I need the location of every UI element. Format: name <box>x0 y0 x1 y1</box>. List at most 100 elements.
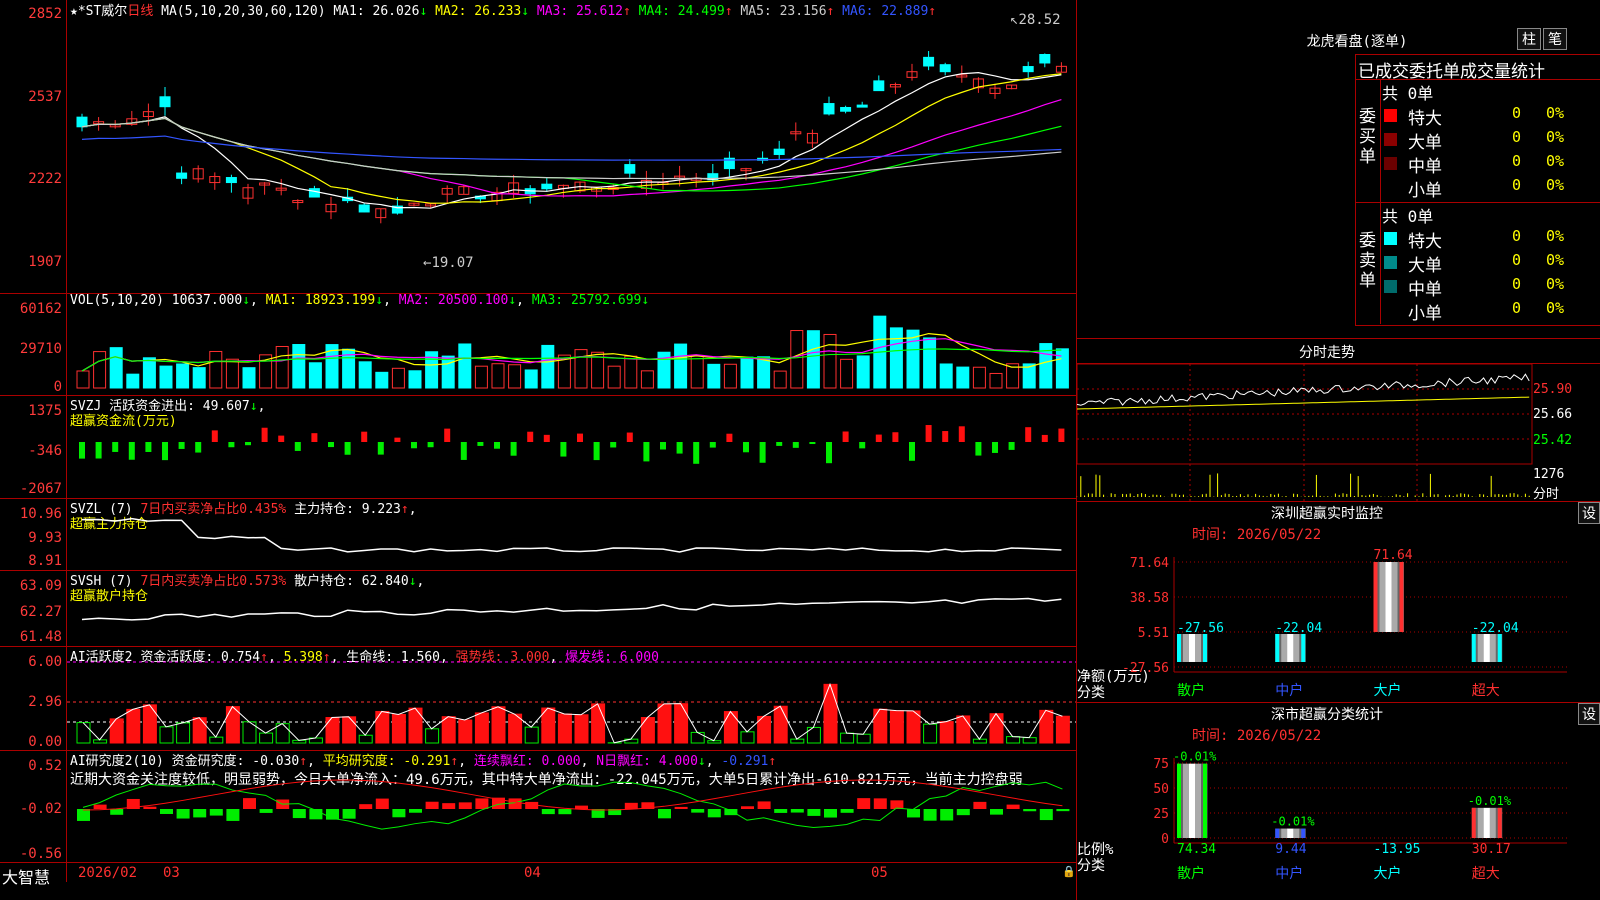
ai-research-bar <box>1039 809 1053 821</box>
sz2-ytick: 0 <box>1161 832 1169 847</box>
ai-research-bar <box>193 809 207 818</box>
volume-bar <box>806 330 820 389</box>
volume-bar <box>275 345 289 389</box>
svzj-bar <box>1025 427 1032 442</box>
lock-icon[interactable]: 🔒 <box>1062 865 1076 878</box>
svzj-bar <box>676 442 683 454</box>
sz-monitor-chart[interactable]: 71.64 38.58 5.51 -27.56 -27.56 散户 -22.04 中户 71.6… <box>1077 502 1600 702</box>
volume-bar <box>541 344 555 389</box>
ai-active-bar <box>690 731 705 744</box>
ai-research-bars[interactable] <box>67 750 1076 862</box>
ai-research-panel[interactable]: AI研究度2(10) 资金研究度: -0.030↑, 平均研究度: -0.291… <box>0 750 1076 863</box>
volume-panel[interactable]: VOL(5,10,20) 10637.000↓, MA1: 18923.199↓… <box>0 293 1076 396</box>
ai-active-bar <box>939 721 954 744</box>
ai-active-bar <box>823 683 838 744</box>
date-start: 2026/02 <box>78 865 138 881</box>
svzj-bar <box>958 426 965 442</box>
ai-research-bar <box>707 809 721 818</box>
svzj-bars[interactable] <box>67 395 1076 498</box>
vol-tick: 0 <box>53 379 62 395</box>
sz2-value-label: -13.95 <box>1374 842 1421 857</box>
volume-bars[interactable] <box>67 293 1076 395</box>
pen-button[interactable]: 笔 <box>1543 28 1567 50</box>
svzj-bar <box>693 442 700 464</box>
ai-active-bar <box>723 711 738 744</box>
svzl-panel[interactable]: SVZL (7) 7日内买卖净占比0.435% 主力持仓: 9.223↑, 超赢… <box>0 498 1076 571</box>
ai-research-bar <box>1023 809 1037 812</box>
svzj-bar <box>427 442 434 448</box>
svsh-panel[interactable]: SVSH (7) 7日内买卖净占比0.573% 散户持仓: 62.840↓, 超… <box>0 570 1076 647</box>
volume-bar <box>159 365 173 389</box>
svzj-bar <box>245 442 251 446</box>
ai-active-bar <box>375 710 390 744</box>
svsh-line[interactable] <box>67 570 1076 646</box>
ai-research-bar <box>226 809 240 821</box>
svzj-bar <box>610 442 617 448</box>
ai-research-bar <box>292 809 306 819</box>
ai-research-bar <box>840 809 854 813</box>
ai-research-bar <box>741 806 754 809</box>
sz2-value-label: 9.44 <box>1275 842 1306 857</box>
ai-research-bar <box>873 798 887 809</box>
ai-research-bar <box>990 809 1003 815</box>
volume-bar <box>458 343 472 389</box>
svzj-bar <box>361 431 368 442</box>
sz2-bar <box>1471 807 1503 838</box>
volume-bar <box>674 343 688 389</box>
longhu-title: 龙虎看盘(逐单) <box>1306 34 1408 50</box>
candle-body <box>873 80 885 92</box>
ai-research-bar <box>1006 804 1020 809</box>
intraday-title: 分时走势 <box>1299 345 1355 361</box>
ai-research-axis: 0.52 -0.02 -0.56 <box>0 750 66 862</box>
sz1-ytick: 38.58 <box>1130 591 1169 606</box>
svzj-bar <box>79 442 85 459</box>
ai-active-bar <box>1039 709 1054 744</box>
price-panel[interactable]: ★*ST威尔日线 MA(5,10,20,30,60,120) MA1: 26.0… <box>0 0 1076 294</box>
volume-bar <box>690 354 704 389</box>
sz2-ytick: 25 <box>1153 807 1169 822</box>
svzj-bar <box>992 442 998 453</box>
ai-research-bar <box>940 809 954 821</box>
svzj-tick: -346 <box>28 443 62 459</box>
price-tick: 2222 <box>28 171 62 187</box>
volume-bar <box>773 370 787 389</box>
order-row-name: 特大 <box>1408 109 1442 129</box>
svzl-line <box>81 517 1062 553</box>
sz1-bar <box>1275 633 1306 662</box>
order-row-swatch <box>1384 157 1397 170</box>
svzj-bar <box>460 442 467 460</box>
ai-research-bar <box>1056 809 1070 812</box>
svzj-bar <box>1041 434 1048 442</box>
sz1-bar <box>1373 562 1404 632</box>
order-row-name: 特大 <box>1408 232 1442 252</box>
svzl-axis: 10.96 9.93 8.91 <box>0 498 66 570</box>
svzj-panel[interactable]: SVZJ 活跃资金进出: 49.607↓, 超赢资金流(万元) 1375 -34… <box>0 395 1076 499</box>
svzl-line[interactable] <box>67 498 1076 570</box>
candlestick-chart[interactable] <box>67 0 1076 293</box>
intraday-chart[interactable] <box>1076 363 1533 501</box>
svzj-bar <box>294 442 301 451</box>
order-row-swatch <box>1384 109 1397 122</box>
sz2-value-label: 30.17 <box>1472 842 1511 857</box>
ai-research-bar <box>458 802 472 809</box>
bar-button[interactable]: 柱 <box>1517 28 1541 50</box>
candle-body <box>823 103 835 115</box>
sz1-ytick: 5.51 <box>1138 626 1169 641</box>
ai-research-bar <box>259 809 273 813</box>
volume-bar <box>740 356 754 389</box>
volume-bar <box>723 363 737 389</box>
sz-class-chart[interactable]: 75 50 25 0 -0.01% 74.34 散户 -0.01% 9.44 中户 -13.95 大户… <box>1077 703 1600 900</box>
ma2-line <box>81 73 1062 204</box>
svsh-axis: 63.09 62.27 61.48 <box>0 570 66 646</box>
sz1-value-label: -22.04 <box>1472 621 1519 636</box>
volume-bar <box>1055 348 1069 389</box>
ai-active-panel[interactable]: AI活跃度2 资金活跃度: 0.754↑, 5.398↑, 生命线: 1.560… <box>0 646 1076 751</box>
ai-active-bars[interactable] <box>67 646 1076 750</box>
order-row-count: 0 <box>1512 251 1522 269</box>
svzj-bar <box>494 442 500 449</box>
intraday-panel[interactable]: 分时走势 25.90 25.66 25.42 1276 分时 <box>1076 339 1600 502</box>
intraday-vol-label: 分时 <box>1533 487 1560 502</box>
svzj-bar <box>776 442 783 446</box>
sz1-category-label: 超大 <box>1472 683 1500 699</box>
candle-body <box>856 104 868 108</box>
